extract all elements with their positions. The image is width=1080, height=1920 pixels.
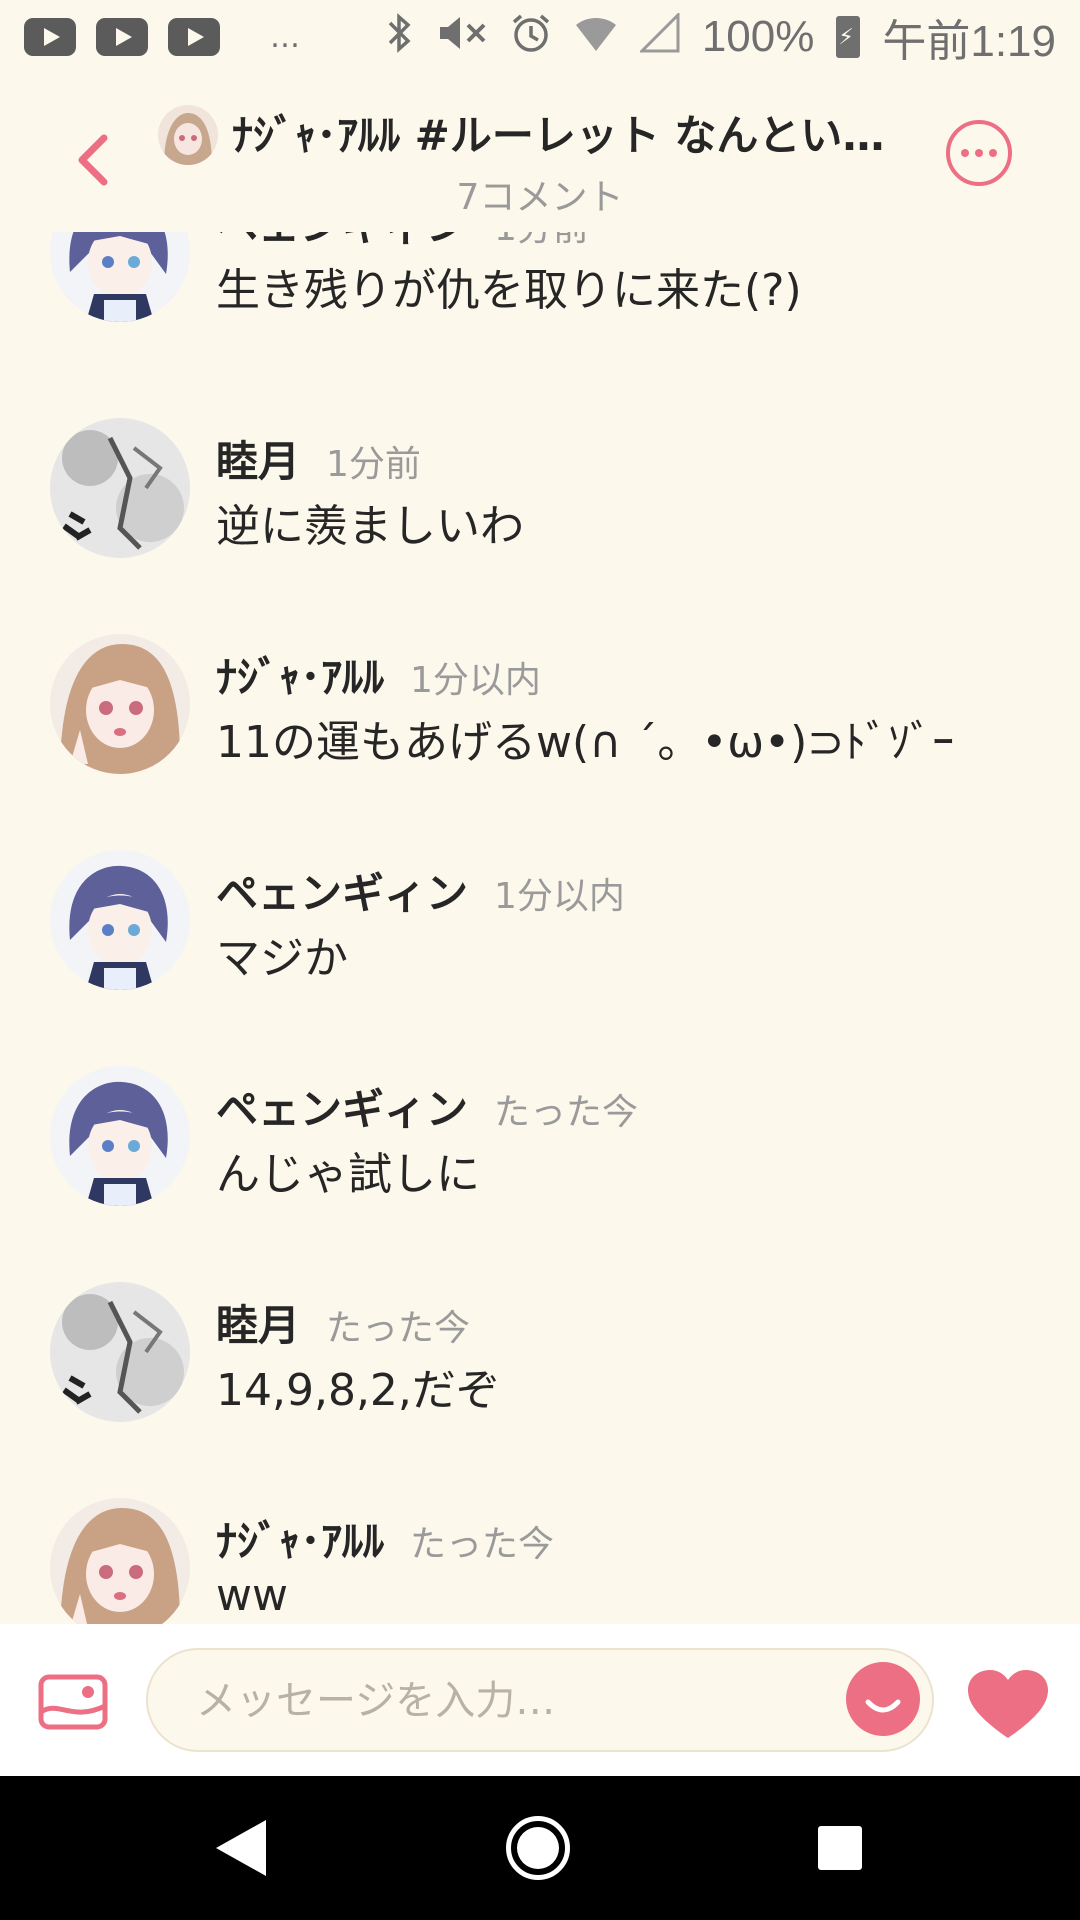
message-input[interactable] <box>194 1674 758 1728</box>
youtube-notification-icon <box>168 18 220 56</box>
more-dots-icon <box>961 149 969 157</box>
comment-text: 生き残りが仇を取りに来た(?) <box>216 265 802 316</box>
comment-text: マジか <box>216 933 348 984</box>
thread-author-avatar[interactable] <box>158 105 218 165</box>
comment-item: 睦月 1分前 逆に羨ましいわ <box>0 418 1080 634</box>
comment-text: 逆に羨ましいわ <box>216 501 524 552</box>
avatar-blue-hair[interactable] <box>50 1066 190 1206</box>
triangle-back-icon <box>216 1820 266 1876</box>
avatar-monochrome[interactable] <box>50 418 190 558</box>
comment-item: ペェンギィン 1分以内 マジか <box>0 850 1080 1066</box>
comment-time: 1分以内 <box>410 660 541 701</box>
more-notifications-icon: … <box>270 19 302 55</box>
chat-header: ﾅｼﾞｬ･ｱﾙﾙ #ルーレット なんというか申し訳ない 7コメント <box>0 90 1080 220</box>
comment-time: 1分以内 <box>494 876 625 917</box>
nav-recents-button[interactable] <box>818 1826 862 1870</box>
thread-title: ﾅｼﾞｬ･ｱﾙﾙ #ルーレット なんというか申し訳ない <box>232 111 922 160</box>
comment-text: 11の運もあげるw(∩ ´。•ω•)⊃ﾄﾞｿﾞｰ <box>216 717 955 768</box>
comment-author[interactable]: ペェンギィン <box>216 232 468 253</box>
avatar-monochrome[interactable] <box>50 1282 190 1422</box>
comment-text: ww <box>216 1570 288 1621</box>
comment-time: たった今 <box>494 1092 639 1133</box>
comment-text: 14,9,8,2,だぞ <box>216 1365 500 1416</box>
heart-icon <box>968 1670 1048 1738</box>
comment-item: ﾅｼﾞｬ･ｱﾙﾙ 1分以内 11の運もあげるw(∩ ´。•ω•)⊃ﾄﾞｿﾞｰ <box>0 634 1080 850</box>
comment-author[interactable]: ﾅｼﾞｬ･ｱﾙﾙ <box>216 644 384 705</box>
comment-text: んじゃ試しに <box>216 1149 480 1200</box>
status-bar: … 100% 午前1:19 <box>0 0 1080 74</box>
avatar-blue-hair[interactable] <box>50 850 190 990</box>
mute-icon <box>436 13 488 62</box>
comment-count: 7コメント <box>456 177 624 218</box>
alarm-icon <box>510 12 552 63</box>
battery-icon <box>836 16 861 58</box>
nav-back-button[interactable] <box>214 1818 268 1882</box>
comment-time: たった今 <box>326 1308 471 1349</box>
comment-author[interactable]: ﾅｼﾞｬ･ｱﾙﾙ <box>216 1508 384 1569</box>
message-input-wrapper <box>146 1648 934 1752</box>
clock: 午前1:19 <box>882 17 1056 66</box>
signal-icon <box>638 10 680 62</box>
comment-author[interactable]: 睦月 <box>216 1292 300 1353</box>
comment-time: たった今 <box>410 1524 555 1565</box>
comment-time: 1分前 <box>494 232 589 251</box>
emoji-button[interactable] <box>846 1662 920 1736</box>
comment-item: 睦月 たった今 14,9,8,2,だぞ <box>0 1282 1080 1498</box>
comment-item: ペェンギィン 1分前 生き残りが仇を取りに来た(?) <box>0 232 1080 398</box>
more-dot <box>975 149 983 157</box>
more-options-button[interactable] <box>946 120 1012 186</box>
avatar-blonde-hair[interactable] <box>50 1498 190 1624</box>
comment-time: 1分前 <box>326 444 421 485</box>
smile-icon <box>865 1699 901 1713</box>
avatar-blonde-hair[interactable] <box>50 634 190 774</box>
nav-home-button[interactable] <box>506 1816 570 1880</box>
like-button[interactable] <box>966 1668 1050 1740</box>
comment-author[interactable]: ペェンギィン <box>216 860 468 921</box>
comment-author[interactable]: 睦月 <box>216 428 300 489</box>
image-icon <box>38 1674 108 1730</box>
more-dot <box>989 149 997 157</box>
image-button[interactable] <box>38 1674 108 1730</box>
battery-percent: 100% <box>701 12 815 61</box>
comment-list[interactable]: ペェンギィン1分前 生き残りが仇を取りに来た(?) 睦月1分前 逆に羨ましいわ … <box>0 232 1080 1624</box>
youtube-notification-icon <box>96 18 148 56</box>
system-navigation-bar <box>0 1776 1080 1920</box>
comment-author[interactable]: ペェンギィン <box>216 1076 468 1137</box>
youtube-notification-icon <box>24 18 76 56</box>
avatar-blue-hair[interactable] <box>50 232 190 322</box>
message-input-bar <box>0 1624 1080 1776</box>
wifi-icon <box>574 13 618 62</box>
comment-item: ペェンギィン たった今 んじゃ試しに <box>0 1066 1080 1282</box>
bluetooth-icon <box>384 12 414 62</box>
comment-item: ﾅｼﾞｬ･ｱﾙﾙ たった今 ww <box>0 1498 1080 1624</box>
